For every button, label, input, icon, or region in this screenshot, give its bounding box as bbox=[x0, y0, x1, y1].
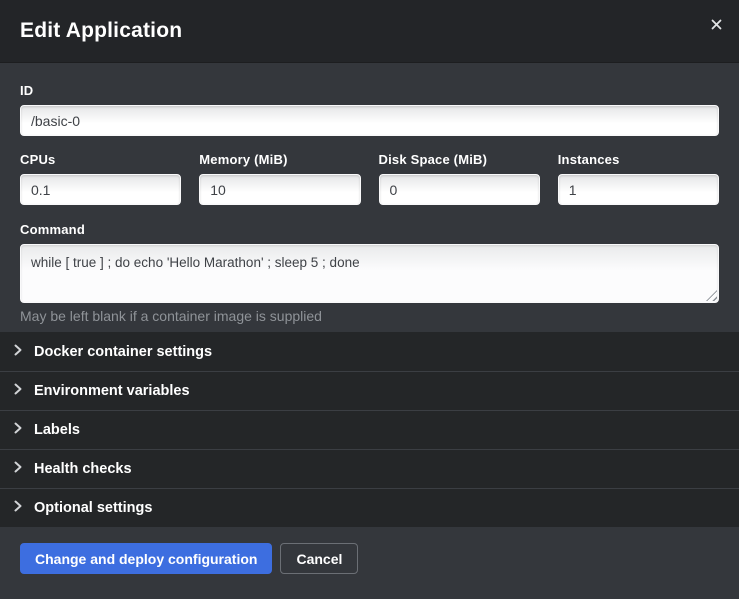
section-label: Environment variables bbox=[34, 383, 190, 399]
command-textarea-wrap: while [ true ] ; do echo 'Hello Marathon… bbox=[20, 244, 719, 303]
instances-label: Instances bbox=[558, 152, 719, 167]
app-form: ID CPUs Memory (MiB) Disk Space (MiB) In… bbox=[0, 63, 739, 332]
section-environment-variables[interactable]: Environment variables bbox=[0, 371, 739, 410]
cpus-input[interactable] bbox=[20, 174, 181, 205]
memory-label: Memory (MiB) bbox=[199, 152, 360, 167]
chevron-right-icon bbox=[14, 460, 22, 478]
chevron-right-icon bbox=[14, 343, 22, 361]
resources-row: CPUs Memory (MiB) Disk Space (MiB) Insta… bbox=[20, 152, 719, 205]
modal-title: Edit Application bbox=[20, 19, 182, 43]
memory-field-group: Memory (MiB) bbox=[199, 152, 360, 205]
section-label: Optional settings bbox=[34, 500, 152, 516]
chevron-right-icon bbox=[14, 421, 22, 439]
instances-input[interactable] bbox=[558, 174, 719, 205]
id-field-group: ID bbox=[20, 83, 719, 136]
disk-field-group: Disk Space (MiB) bbox=[379, 152, 540, 205]
section-health-checks[interactable]: Health checks bbox=[0, 449, 739, 488]
modal-header: Edit Application bbox=[0, 0, 739, 63]
disk-label: Disk Space (MiB) bbox=[379, 152, 540, 167]
memory-input[interactable] bbox=[199, 174, 360, 205]
close-icon bbox=[711, 18, 722, 33]
id-label: ID bbox=[20, 83, 719, 98]
edit-application-modal: Edit Application ID CPUs Memory (MiB) bbox=[0, 0, 739, 599]
command-field-group: Command while [ true ] ; do echo 'Hello … bbox=[20, 222, 719, 324]
command-help-text: May be left blank if a container image i… bbox=[20, 308, 719, 324]
instances-field-group: Instances bbox=[558, 152, 719, 205]
section-label: Labels bbox=[34, 422, 80, 438]
change-and-deploy-button[interactable]: Change and deploy configuration bbox=[20, 543, 272, 574]
modal-footer: Change and deploy configuration Cancel bbox=[0, 527, 739, 599]
section-labels[interactable]: Labels bbox=[0, 410, 739, 449]
settings-accordion: Docker container settings Environment va… bbox=[0, 332, 739, 527]
section-label: Docker container settings bbox=[34, 344, 212, 360]
section-label: Health checks bbox=[34, 461, 132, 477]
cpus-label: CPUs bbox=[20, 152, 181, 167]
section-docker-container-settings[interactable]: Docker container settings bbox=[0, 332, 739, 371]
command-label: Command bbox=[20, 222, 719, 237]
close-button[interactable] bbox=[706, 15, 726, 35]
cancel-button[interactable]: Cancel bbox=[280, 543, 358, 574]
cpus-field-group: CPUs bbox=[20, 152, 181, 205]
disk-input[interactable] bbox=[379, 174, 540, 205]
chevron-right-icon bbox=[14, 382, 22, 400]
id-input[interactable] bbox=[20, 105, 719, 136]
command-textarea[interactable]: while [ true ] ; do echo 'Hello Marathon… bbox=[20, 244, 719, 303]
section-optional-settings[interactable]: Optional settings bbox=[0, 488, 739, 527]
chevron-right-icon bbox=[14, 499, 22, 517]
